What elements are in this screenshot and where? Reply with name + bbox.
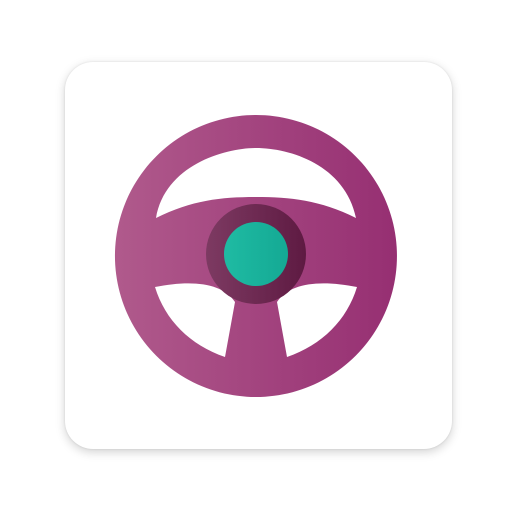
hub-center: [224, 222, 288, 286]
steering-wheel-icon: [114, 115, 397, 397]
app-icon-canvas: [0, 0, 512, 512]
